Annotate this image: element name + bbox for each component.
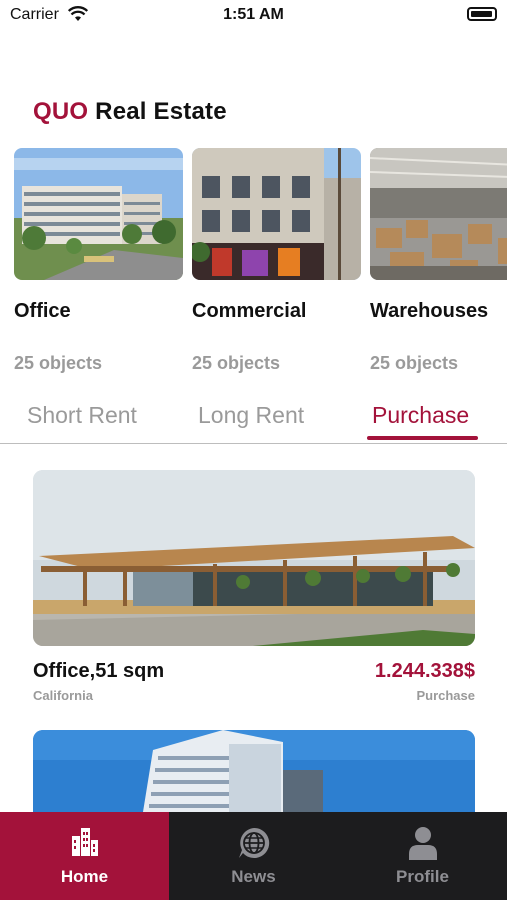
listing-price: 1.244.338$	[374, 660, 475, 682]
page-title: QUO Real Estate	[33, 98, 227, 126]
person-icon	[338, 826, 507, 865]
category-card-commercial[interactable]: Commercial 25 objects	[192, 148, 361, 373]
status-bar: Carrier 1:51 AM	[0, 0, 507, 30]
battery-icon	[467, 7, 497, 21]
listing-title: Office,51 sqm	[33, 660, 165, 682]
listing-card[interactable]: Office,51 sqm California 1.244.338$ Purc…	[33, 470, 475, 703]
nav-label: Home	[60, 867, 109, 886]
tab-purchase[interactable]: Purchase	[372, 402, 469, 429]
rent-type-tabs: Short Rent Long Rent Purchase	[0, 398, 507, 444]
bottom-tab-bar: Home News Profile	[0, 812, 507, 900]
nav-home[interactable]: Home	[0, 812, 169, 900]
nav-label: News	[231, 867, 276, 886]
brand-name: Real Estate	[95, 98, 227, 125]
commercial-building-image	[192, 148, 361, 280]
listing-photo	[33, 730, 475, 812]
brand-accent: QUO	[33, 98, 89, 125]
nav-label: Profile	[396, 867, 449, 886]
listing-card[interactable]	[33, 730, 475, 812]
buildings-icon	[0, 826, 169, 863]
category-card-office[interactable]: Office 25 objects	[14, 148, 183, 373]
globe-icon	[169, 826, 338, 865]
office-building-image	[14, 148, 183, 280]
tab-long-rent[interactable]: Long Rent	[198, 402, 304, 429]
category-carousel[interactable]: Office 25 objects Commercial 25 objects …	[14, 148, 507, 388]
warehouse-image	[370, 148, 507, 280]
category-card-warehouses[interactable]: Warehouses 25 objects	[370, 148, 507, 373]
tab-indicator	[367, 436, 478, 440]
listing-photo	[33, 470, 475, 646]
category-count: 25 objects	[14, 353, 103, 373]
nav-profile[interactable]: Profile	[338, 812, 507, 900]
tab-short-rent[interactable]: Short Rent	[27, 402, 137, 429]
category-count: 25 objects	[192, 353, 281, 373]
category-name: Warehouses	[370, 300, 489, 322]
category-count: 25 objects	[370, 353, 459, 373]
listing-type: Purchase	[416, 688, 475, 703]
category-name: Office	[14, 300, 71, 322]
category-name: Commercial	[192, 300, 307, 322]
listing-location: California	[33, 688, 93, 703]
clock: 1:51 AM	[223, 6, 284, 23]
nav-news[interactable]: News	[169, 812, 338, 900]
